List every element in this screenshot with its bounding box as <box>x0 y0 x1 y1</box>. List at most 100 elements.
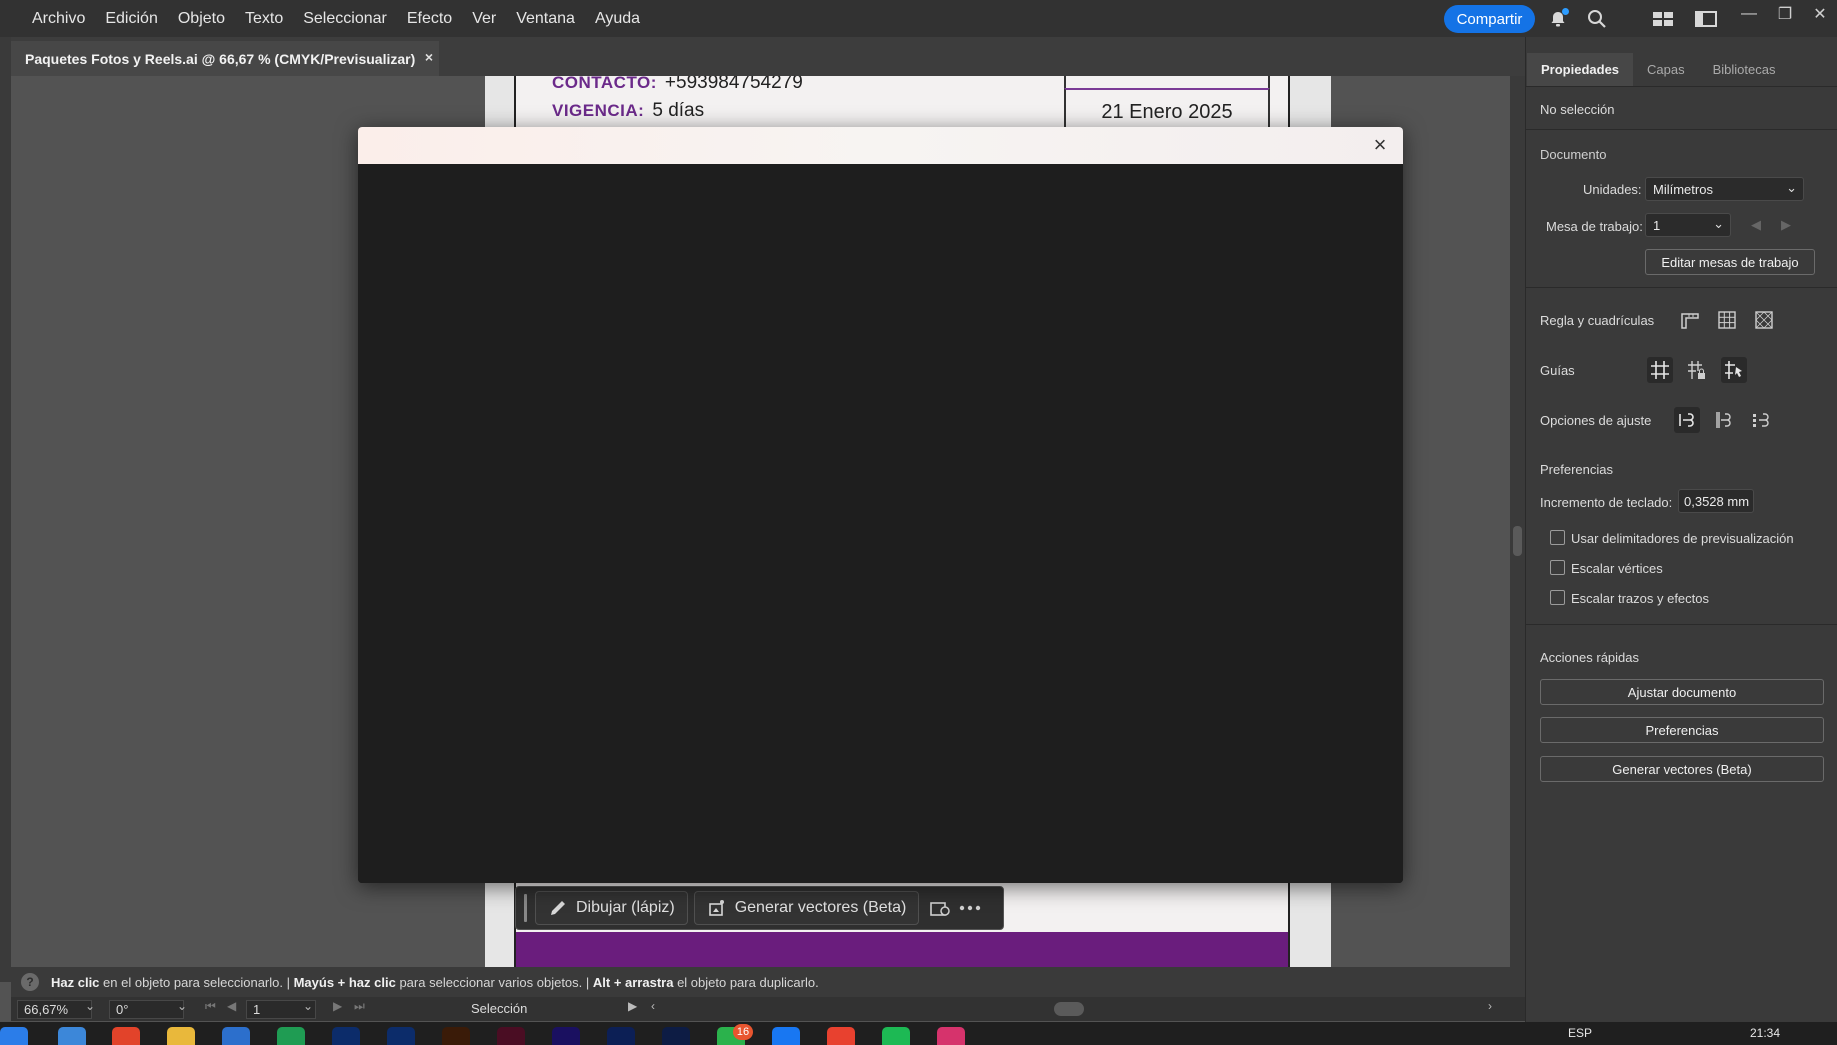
bottom-controls-bar: 66,67% ⌄ 0° ⌄ ⏮ ◀ 1 ⌄ ▶ ⏭ Selección ▶ ‹ … <box>11 997 1525 1021</box>
scale-corners-checkbox[interactable] <box>1550 560 1565 575</box>
preview-bounds-checkbox[interactable] <box>1550 530 1565 545</box>
prev-artboard-icon[interactable]: ◀ <box>1751 217 1761 233</box>
spotify-app-icon[interactable] <box>882 1027 910 1045</box>
smart-guides-icon[interactable] <box>1721 357 1747 383</box>
acrobat-app-icon[interactable] <box>607 1027 635 1045</box>
contact-value: +593984754279 <box>664 76 803 93</box>
language-indicator[interactable]: ESP <box>1568 1026 1592 1040</box>
menu-seleccionar[interactable]: Seleccionar <box>293 0 397 37</box>
first-artboard-icon[interactable]: ⏮ <box>205 999 216 1014</box>
photoshop-2-app-icon[interactable] <box>387 1027 415 1045</box>
horizontal-scroll-thumb[interactable] <box>1054 1002 1084 1016</box>
draw-pencil-label: Dibujar (lápiz) <box>576 899 675 916</box>
menu-texto[interactable]: Texto <box>235 0 293 37</box>
creative-cloud-app-icon[interactable] <box>662 1027 690 1045</box>
tab-propiedades[interactable]: Propiedades <box>1527 53 1634 86</box>
file-explorer-app-icon[interactable] <box>167 1027 195 1045</box>
menu-ver[interactable]: Ver <box>462 0 506 37</box>
show-guides-icon[interactable] <box>1647 357 1673 383</box>
last-artboard-icon[interactable]: ⏭ <box>354 999 365 1014</box>
instagram-app-icon[interactable] <box>937 1027 965 1045</box>
artboard-dropdown-icon[interactable]: ⌄ <box>303 999 313 1013</box>
vertical-scroll-thumb[interactable] <box>1513 526 1522 556</box>
ruler-icon[interactable] <box>1677 307 1703 333</box>
scroll-right-icon[interactable]: › <box>1488 999 1492 1013</box>
image-settings-icon[interactable] <box>925 893 955 923</box>
validity-row: VIGENCIA: 5 días <box>552 100 704 122</box>
menu-edicion[interactable]: Edición <box>95 0 167 37</box>
zoom-field[interactable]: 66,67% <box>17 1000 92 1019</box>
anydesk-app-icon[interactable] <box>112 1027 140 1045</box>
menu-ventana[interactable]: Ventana <box>506 0 585 37</box>
properties-panel: Propiedades Capas Bibliotecas No selecci… <box>1525 37 1837 1022</box>
zoom-dropdown-icon[interactable]: ⌄ <box>85 999 95 1013</box>
more-options-icon[interactable] <box>955 893 985 923</box>
indesign-app-icon[interactable] <box>497 1027 525 1045</box>
snap-to-pixel-icon[interactable] <box>1748 407 1774 433</box>
lock-guides-icon[interactable] <box>1684 357 1710 383</box>
next-artboard-icon[interactable]: ▶ <box>333 999 342 1013</box>
menu-archivo[interactable]: Archivo <box>22 0 95 37</box>
chrome-app-icon[interactable] <box>827 1027 855 1045</box>
generate-vectors-panel-button[interactable]: Generar vectores (Beta) <box>1540 756 1824 782</box>
scale-strokes-checkbox[interactable] <box>1550 590 1565 605</box>
fit-document-button[interactable]: Ajustar documento <box>1540 679 1824 705</box>
vertical-scrollbar[interactable] <box>1510 76 1525 982</box>
generate-vectors-button[interactable]: Generar vectores (Beta) <box>693 891 920 925</box>
tab-bibliotecas[interactable]: Bibliotecas <box>1699 53 1790 86</box>
edge-app-icon[interactable] <box>0 1027 28 1045</box>
menu-objeto[interactable]: Objeto <box>168 0 235 37</box>
units-select[interactable]: Milímetros ⌄ <box>1645 177 1804 201</box>
drag-handle[interactable] <box>524 894 527 922</box>
edit-artboards-button[interactable]: Editar mesas de trabajo <box>1645 249 1815 275</box>
document-tab[interactable]: Paquetes Fotos y Reels.ai @ 66,67 % (CMY… <box>11 41 439 76</box>
excel-app-icon[interactable] <box>277 1027 305 1045</box>
snap-to-point-icon[interactable] <box>1674 407 1700 433</box>
current-tool-label: Selección <box>471 1001 528 1016</box>
tool-menu-icon[interactable]: ▶ <box>628 999 637 1013</box>
next-artboard-icon[interactable]: ▶ <box>1781 217 1791 233</box>
keyboard-increment-field[interactable]: 0,3528 mm <box>1678 489 1754 513</box>
menu-efecto[interactable]: Efecto <box>397 0 462 37</box>
draw-pencil-button[interactable]: Dibujar (lápiz) <box>535 891 688 925</box>
notification-dot <box>1562 8 1569 15</box>
clock[interactable]: 21:34 <box>1750 1026 1780 1040</box>
minimize-icon[interactable]: — <box>1734 0 1764 28</box>
close-window-icon[interactable]: ✕ <box>1805 0 1835 28</box>
rotation-field[interactable]: 0° <box>109 1000 184 1019</box>
no-selection-label: No selección <box>1540 102 1615 117</box>
artboard-select[interactable]: 1 ⌄ <box>1645 213 1731 237</box>
snap-to-grid-icon[interactable] <box>1711 407 1737 433</box>
search-icon[interactable] <box>1584 6 1610 32</box>
validity-value: 5 días <box>652 100 705 121</box>
menu-ayuda[interactable]: Ayuda <box>585 0 650 37</box>
store-app-icon[interactable] <box>58 1027 86 1045</box>
photoshop-app-icon[interactable] <box>332 1027 360 1045</box>
modal-content <box>358 164 1403 883</box>
modal-close-icon[interactable]: × <box>1367 132 1393 158</box>
preferences-button[interactable]: Preferencias <box>1540 717 1824 743</box>
close-tab-icon[interactable]: × <box>425 49 433 65</box>
transparency-grid-icon[interactable] <box>1751 307 1777 333</box>
illustrator-app-icon[interactable] <box>442 1027 470 1045</box>
panel-tabs: Propiedades Capas Bibliotecas <box>1526 37 1837 87</box>
grid-icon[interactable] <box>1714 307 1740 333</box>
help-icon[interactable]: ? <box>21 973 39 991</box>
bell-icon[interactable] <box>1545 6 1571 32</box>
rulers-grids-heading: Regla y cuadrículas <box>1540 313 1655 328</box>
scroll-left-icon[interactable]: ‹ <box>651 999 655 1013</box>
rotation-dropdown-icon[interactable]: ⌄ <box>177 999 187 1013</box>
divider <box>1526 129 1837 130</box>
restore-icon[interactable]: ❐ <box>1770 0 1800 28</box>
document-heading: Documento <box>1540 147 1607 162</box>
outlook-app-icon[interactable] <box>222 1027 250 1045</box>
date-box-top <box>1064 76 1270 88</box>
messenger-app-icon[interactable] <box>772 1027 800 1045</box>
previous-artboard-icon[interactable]: ◀ <box>227 999 236 1013</box>
snap-options-heading: Opciones de ajuste <box>1540 413 1652 428</box>
media-encoder-app-icon[interactable] <box>552 1027 580 1045</box>
arrange-documents-icon[interactable] <box>1650 6 1676 32</box>
share-button[interactable]: Compartir <box>1444 5 1535 33</box>
workspace-icon[interactable] <box>1693 6 1719 32</box>
tab-capas[interactable]: Capas <box>1633 53 1699 86</box>
